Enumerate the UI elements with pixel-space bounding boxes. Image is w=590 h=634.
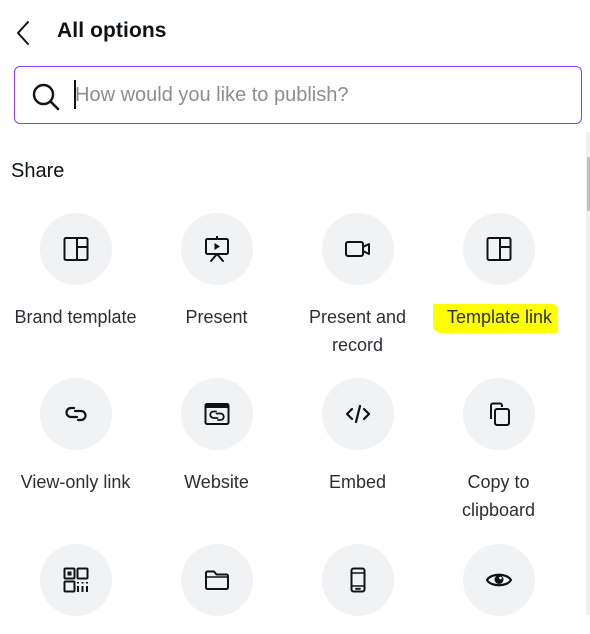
option-folder[interactable] [146, 544, 287, 634]
option-label: Present [185, 307, 248, 327]
layout-template-icon [486, 237, 511, 261]
option-mobile[interactable] [287, 544, 428, 634]
search-input[interactable] [73, 77, 565, 113]
option-brand-template[interactable]: Brand template [5, 213, 146, 331]
option-icon-bg [39, 213, 112, 285]
folder-icon [204, 570, 229, 590]
option-label: Template link [428, 303, 569, 333]
option-icon-bg [180, 378, 253, 450]
code-icon [345, 404, 370, 424]
eye-icon [485, 573, 512, 587]
option-icon-bg [462, 544, 535, 616]
panel-header: All options [0, 0, 590, 62]
option-icon-bg [321, 213, 394, 285]
chevron-left-icon [17, 21, 29, 45]
option-website[interactable]: Website [146, 378, 287, 496]
option-icon-bg [321, 378, 394, 450]
option-icon-bg [180, 213, 253, 285]
option-view-only-link[interactable]: View-only link [5, 378, 146, 496]
option-present[interactable]: Present [146, 213, 287, 331]
link-icon [64, 406, 87, 422]
option-label: Copy to clipboard [461, 472, 536, 520]
option-copy-to-clipboard[interactable]: Copy to clipboard [428, 378, 569, 524]
option-label: Present and record [308, 307, 407, 355]
option-label: View-only link [20, 472, 131, 492]
option-template-link[interactable]: Template link [428, 213, 569, 333]
option-icon-bg [180, 544, 253, 616]
option-present-and-record[interactable]: Present and record [287, 213, 428, 359]
option-icon-bg [39, 544, 112, 616]
qr-code-icon [63, 567, 88, 593]
video-camera-icon [344, 241, 370, 257]
highlight-mark: Template link [432, 304, 559, 333]
option-label: Website [184, 472, 249, 492]
back-button[interactable] [10, 18, 36, 48]
copy-icon [489, 402, 510, 426]
mobile-phone-icon [350, 567, 365, 593]
layout-template-icon [63, 237, 88, 261]
search-box[interactable] [14, 66, 582, 124]
option-qr-code[interactable] [5, 544, 146, 634]
presentation-screen-icon [204, 236, 229, 262]
option-label: Embed [328, 472, 387, 492]
option-icon-bg [39, 378, 112, 450]
option-label: Brand template [14, 307, 137, 327]
option-icon-bg [321, 544, 394, 616]
section-title-share: Share [11, 160, 65, 182]
option-icon-bg [462, 213, 535, 285]
option-embed[interactable]: Embed [287, 378, 428, 496]
search-icon [32, 83, 60, 111]
website-link-icon [204, 403, 229, 425]
option-icon-bg [462, 378, 535, 450]
option-preview[interactable] [428, 544, 569, 634]
page-title: All options [57, 19, 167, 42]
text-cursor [74, 80, 76, 109]
